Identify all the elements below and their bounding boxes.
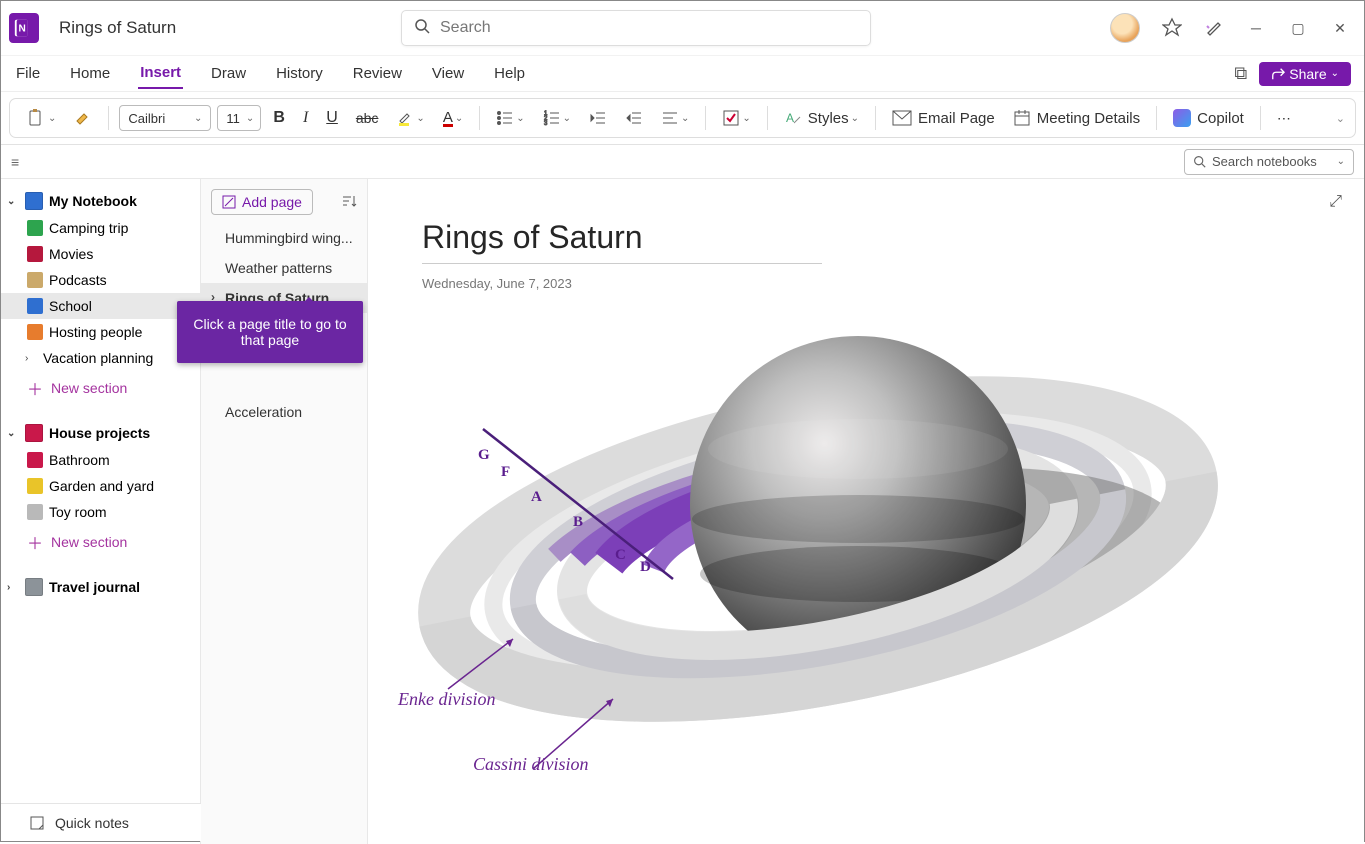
- section-school[interactable]: School: [1, 293, 200, 319]
- outdent-button[interactable]: [583, 105, 613, 131]
- pages-panel: Add page Hummingbird wing... Weather pat…: [201, 179, 368, 844]
- new-section-button-1[interactable]: ＋New section: [1, 371, 200, 405]
- menu-home[interactable]: Home: [68, 59, 112, 88]
- search-icon: [414, 18, 430, 39]
- coach-tooltip: Click a page title to go to that page: [177, 301, 363, 363]
- notebook-my-notebook[interactable]: ⌄ My Notebook: [1, 187, 200, 215]
- align-button[interactable]: ⌄: [655, 105, 695, 131]
- copilot-button[interactable]: Copilot: [1167, 105, 1250, 131]
- notebook-icon: [25, 424, 43, 442]
- section-podcasts[interactable]: Podcasts: [1, 267, 200, 293]
- styles-button[interactable]: AStyles⌄: [778, 105, 865, 131]
- bullet-list-button[interactable]: ⌄: [490, 105, 530, 131]
- svg-text:A: A: [786, 111, 794, 125]
- window-minimize-icon[interactable]: ─: [1246, 20, 1266, 36]
- sub-bar: ≡ Search notebooks ⌄: [1, 145, 1364, 179]
- chevron-right-icon: ›: [7, 582, 19, 593]
- strikethrough-button[interactable]: abc: [350, 106, 385, 130]
- meeting-details-button[interactable]: Meeting Details: [1007, 105, 1146, 131]
- paste-button[interactable]: ⌄: [20, 104, 62, 132]
- ring-label-b: B: [573, 514, 583, 531]
- font-color-button[interactable]: A⌄: [437, 105, 469, 131]
- fullscreen-icon[interactable]: ⧉: [1234, 63, 1247, 84]
- chevron-right-icon: ›: [25, 353, 37, 364]
- more-button[interactable]: ⋯: [1271, 106, 1297, 131]
- ring-label-d: D: [640, 559, 651, 576]
- sort-pages-icon[interactable]: [341, 193, 357, 212]
- annotation-enke: Enke division: [398, 689, 495, 710]
- share-label: Share: [1289, 66, 1326, 82]
- notebook-travel-journal[interactable]: › Travel journal: [1, 573, 200, 601]
- font-name-select[interactable]: Cailbri⌄: [119, 105, 211, 131]
- format-painter-button[interactable]: [68, 105, 98, 131]
- chevron-down-icon: ⌄: [7, 428, 19, 439]
- section-toy-room[interactable]: Toy room: [1, 499, 200, 525]
- annotation-cassini: Cassini division: [473, 754, 589, 775]
- menu-history[interactable]: History: [274, 59, 325, 88]
- search-notebooks-input[interactable]: Search notebooks ⌄: [1184, 149, 1354, 175]
- todo-tag-button[interactable]: ⌄: [716, 105, 756, 131]
- section-bathroom[interactable]: Bathroom: [1, 447, 200, 473]
- title-bar-right: ─ ▢ ✕: [1110, 13, 1356, 43]
- document-title: Rings of Saturn: [59, 18, 176, 38]
- share-button[interactable]: Share ⌄: [1259, 62, 1351, 86]
- plus-icon: ＋: [27, 376, 43, 400]
- notebook-icon: [25, 192, 43, 210]
- svg-text:3: 3: [544, 121, 548, 127]
- page-canvas[interactable]: ⤢ Rings of Saturn Wednesday, June 7, 202…: [368, 179, 1364, 844]
- notebook-house-projects[interactable]: ⌄ House projects: [1, 419, 200, 447]
- italic-button[interactable]: I: [297, 105, 314, 131]
- quick-notes-button[interactable]: Quick notes: [1, 803, 201, 841]
- ribbon-toolbar: ⌄ Cailbri⌄ 11⌄ B I U abc ⌄ A⌄ ⌄ 123⌄ ⌄ ⌄…: [9, 98, 1356, 138]
- bold-button[interactable]: B: [267, 105, 291, 131]
- user-avatar[interactable]: [1110, 13, 1140, 43]
- ring-label-c: C: [615, 547, 626, 564]
- window-close-icon[interactable]: ✕: [1330, 20, 1350, 37]
- highlight-button[interactable]: ⌄: [390, 105, 430, 131]
- section-movies[interactable]: Movies: [1, 241, 200, 267]
- notebooks-sidebar: ⌄ My Notebook Camping trip Movies Podcas…: [1, 179, 201, 844]
- page-item[interactable]: Weather patterns: [201, 253, 367, 283]
- menu-view[interactable]: View: [430, 59, 466, 88]
- numbered-list-button[interactable]: 123⌄: [537, 105, 577, 131]
- font-size-select[interactable]: 11⌄: [217, 105, 261, 131]
- notebook-icon: [25, 578, 43, 596]
- section-camping-trip[interactable]: Camping trip: [1, 215, 200, 241]
- indent-button[interactable]: [619, 105, 649, 131]
- ring-label-g: G: [478, 447, 490, 464]
- menu-file[interactable]: File: [14, 59, 42, 88]
- premium-icon[interactable]: [1162, 17, 1182, 40]
- plus-icon: ＋: [27, 530, 43, 554]
- chevron-down-icon: ⌄: [7, 196, 19, 207]
- pen-icon[interactable]: [1204, 18, 1224, 39]
- svg-text:N: N: [19, 24, 26, 35]
- email-page-button[interactable]: Email Page: [886, 106, 1001, 131]
- page-item[interactable]: Acceleration: [201, 397, 367, 427]
- ribbon-expand-icon[interactable]: ⌄: [1336, 112, 1345, 125]
- title-bar: N Rings of Saturn Search ─ ▢ ✕: [1, 1, 1364, 56]
- window-maximize-icon[interactable]: ▢: [1288, 20, 1308, 37]
- ring-label-f: F: [501, 464, 510, 481]
- copilot-icon: [1173, 109, 1191, 127]
- page-item[interactable]: Hummingbird wing...: [201, 223, 367, 253]
- menu-draw[interactable]: Draw: [209, 59, 248, 88]
- menu-insert[interactable]: Insert: [138, 58, 183, 89]
- ring-label-a: A: [531, 489, 542, 506]
- underline-button[interactable]: U: [320, 105, 344, 131]
- section-vacation-planning[interactable]: ›Vacation planning: [1, 345, 200, 371]
- new-section-button-2[interactable]: ＋New section: [1, 525, 200, 559]
- search-placeholder: Search: [440, 19, 491, 37]
- app-icon: N: [9, 13, 39, 43]
- menu-bar: File Home Insert Draw History Review Vie…: [1, 56, 1364, 92]
- section-hosting-people[interactable]: Hosting people: [1, 319, 200, 345]
- menu-help[interactable]: Help: [492, 59, 527, 88]
- nav-toggle-icon[interactable]: ≡: [11, 154, 19, 170]
- page-title[interactable]: Rings of Saturn: [422, 219, 643, 256]
- expand-canvas-icon[interactable]: ⤢: [1329, 193, 1342, 211]
- section-garden-and-yard[interactable]: Garden and yard: [1, 473, 200, 499]
- add-page-button[interactable]: Add page: [211, 189, 313, 215]
- menu-review[interactable]: Review: [351, 59, 404, 88]
- search-input[interactable]: Search: [401, 10, 871, 46]
